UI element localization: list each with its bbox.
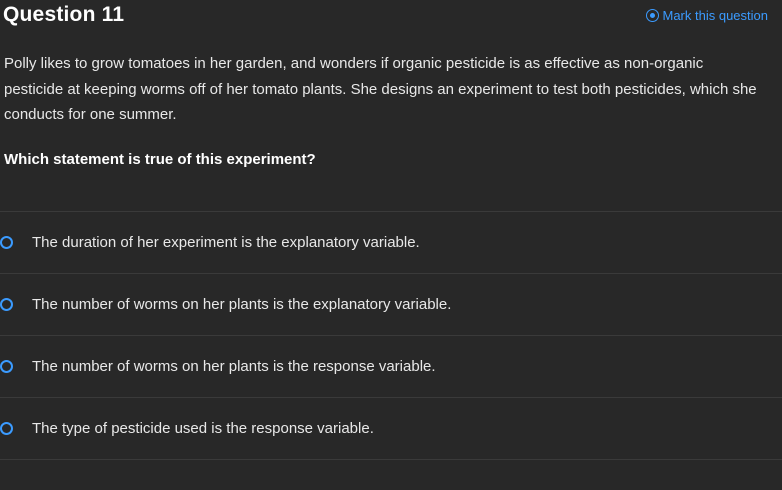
radio-button-icon[interactable] xyxy=(0,236,13,249)
answer-choice[interactable]: The number of worms on her plants is the… xyxy=(0,274,782,336)
mark-question-label: Mark this question xyxy=(662,7,769,23)
answer-choice-label: The type of pesticide used is the respon… xyxy=(32,420,374,437)
answer-choice[interactable]: The number of worms on her plants is the… xyxy=(0,336,782,398)
question-body: Polly likes to grow tomatoes in her gard… xyxy=(4,55,757,123)
question-prompt: Which statement is true of this experime… xyxy=(4,150,316,168)
radio-button-icon[interactable] xyxy=(0,360,13,373)
target-icon xyxy=(645,8,659,22)
question-header: Question 11 Mark this question xyxy=(0,0,782,30)
radio-button-icon[interactable] xyxy=(0,422,13,435)
question-title: Question 11 xyxy=(3,3,125,26)
answer-choice-label: The number of worms on her plants is the… xyxy=(32,296,452,313)
answer-choice[interactable]: The type of pesticide used is the respon… xyxy=(0,398,782,460)
answer-choice[interactable]: The duration of her experiment is the ex… xyxy=(0,212,782,274)
answer-choice-label: The duration of her experiment is the ex… xyxy=(32,234,420,251)
radio-button-icon[interactable] xyxy=(0,298,13,311)
answer-choice-label: The number of worms on her plants is the… xyxy=(32,358,436,375)
question-page: Question 11 Mark this question Polly lik… xyxy=(0,0,782,490)
answer-choices: The duration of her experiment is the ex… xyxy=(0,211,782,460)
mark-question-button[interactable]: Mark this question xyxy=(645,7,769,23)
